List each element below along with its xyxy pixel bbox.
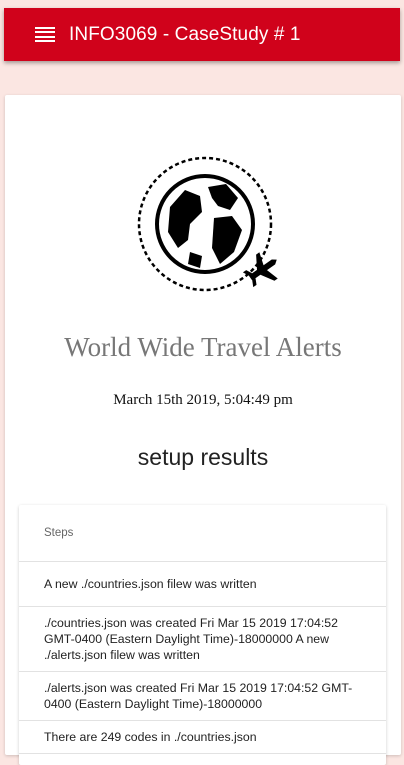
list-item: ./countries.json was created Fri Mar 15 … xyxy=(19,607,386,672)
app-title: INFO3069 - CaseStudy # 1 xyxy=(69,23,301,45)
timestamp: March 15th 2019, 5:04:49 pm xyxy=(113,392,293,408)
list-item: A new ./countries.json filew was written xyxy=(19,562,386,607)
list-header: Steps xyxy=(19,505,386,562)
section-title: setup results xyxy=(137,444,269,470)
results-list: Steps A new ./countries.json filew was w… xyxy=(19,505,386,765)
menu-icon[interactable] xyxy=(35,26,55,43)
app-bar: INFO3069 - CaseStudy # 1 xyxy=(4,8,400,61)
list-item: ./alerts.json was created Fri Mar 15 201… xyxy=(19,672,386,721)
globe-airplane-icon xyxy=(137,156,278,292)
headline: World Wide Travel Alerts xyxy=(64,332,342,362)
list-item: There are 249 codes in ./countries.json xyxy=(19,721,386,754)
main-card: World Wide Travel Alerts March 15th 2019… xyxy=(5,95,401,765)
